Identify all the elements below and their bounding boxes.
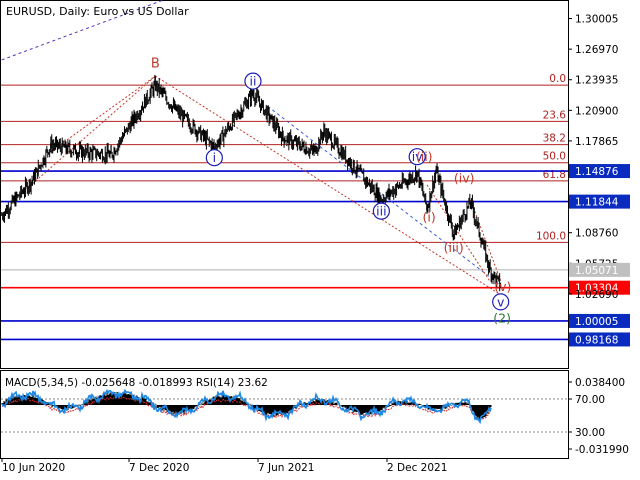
price-tick-label: 1.30005 bbox=[575, 14, 618, 26]
price-tick: 1.14876 bbox=[569, 164, 630, 179]
wave-label: (iii) bbox=[444, 240, 464, 255]
wave-text: i bbox=[213, 150, 216, 165]
price-badge-label: 1.14876 bbox=[575, 166, 619, 178]
indicator-tick-label: -0.031990 bbox=[575, 444, 629, 456]
wave-label: (2) bbox=[493, 310, 511, 325]
price-tick: 1.02690 bbox=[568, 289, 618, 301]
wave-text: (i) bbox=[422, 210, 435, 225]
fib-level-label: 50.0 bbox=[543, 151, 566, 163]
price-badge-label: 1.05071 bbox=[575, 265, 618, 277]
indicator-title: MACD(5,34,5) -0.025648 -0.018993 RSI(14)… bbox=[5, 377, 268, 389]
price-tick: 1.00005 bbox=[569, 313, 630, 328]
wave-label: ii bbox=[244, 72, 262, 90]
wave-text: ii bbox=[249, 74, 256, 89]
wave-text: (iv) bbox=[454, 170, 475, 185]
price-tick: 1.11844 bbox=[569, 194, 630, 209]
price-tick: 1.05071 bbox=[569, 262, 630, 277]
fib-level-label: 38.2 bbox=[543, 133, 566, 145]
time-axis: 10 Jun 2020 7 Dec 2020 7 Jun 2021 2 Dec 202… bbox=[1, 458, 447, 474]
price-tick: 1.23935 bbox=[568, 75, 618, 87]
wave-text: (iii) bbox=[444, 240, 464, 255]
chart-canvas: 0.023.638.250.061.8100.0 Biiiiiiivv(ii)(… bbox=[0, 0, 630, 474]
price-tick: 1.08760 bbox=[568, 228, 618, 240]
wave-text: iii bbox=[376, 204, 386, 219]
wave-text: (ii) bbox=[416, 149, 433, 164]
trend-line bbox=[426, 184, 491, 282]
fib-level-label: 100.0 bbox=[536, 230, 566, 242]
trend-lines bbox=[1, 0, 502, 296]
price-tick-label: 1.23935 bbox=[575, 75, 618, 87]
price-tick-label: 1.20900 bbox=[575, 105, 618, 117]
wave-text: v bbox=[497, 294, 505, 309]
indicator-tick-label: 30.00 bbox=[575, 427, 605, 439]
time-tick-label: 2 Dec 2021 bbox=[387, 462, 447, 474]
time-tick-label: 7 Jun 2021 bbox=[258, 462, 314, 474]
indicator-tick-label: 70.00 bbox=[575, 394, 605, 406]
wave-labels: Biiiiiiivv(ii)(i)(iv)(iii)(v)(2) bbox=[151, 56, 511, 325]
wave-label: (ii) bbox=[416, 149, 433, 164]
wave-label: (v) bbox=[494, 279, 511, 294]
price-tick-label: 1.02690 bbox=[575, 289, 618, 301]
horizontal-levels bbox=[1, 170, 568, 341]
price-tick: 0.98168 bbox=[569, 332, 630, 347]
wave-text: B bbox=[151, 56, 160, 71]
price-tick: 1.30005 bbox=[568, 14, 618, 26]
main-pane-frame bbox=[0, 0, 569, 369]
rsi-line bbox=[1, 388, 492, 425]
price-series bbox=[1, 74, 502, 292]
wave-text: (2) bbox=[493, 310, 511, 325]
time-tick-label: 10 Jun 2020 bbox=[2, 462, 65, 474]
wave-label: (i) bbox=[422, 210, 435, 225]
indicator-plot-area bbox=[1, 388, 568, 433]
price-tick: 1.20900 bbox=[568, 105, 618, 117]
price-tick: 1.17865 bbox=[568, 136, 618, 148]
wave-label: iii bbox=[372, 202, 390, 220]
fib-level-label: 23.6 bbox=[543, 109, 567, 121]
wave-label: (iv) bbox=[454, 170, 475, 185]
price-badge-label: 0.98168 bbox=[575, 334, 618, 346]
main-plot-area: 0.023.638.250.061.8100.0 Biiiiiiivv(ii)(… bbox=[1, 0, 568, 341]
time-tick-label: 7 Dec 2020 bbox=[129, 462, 189, 474]
indicator-axis: 0.038400 70.00 30.00 -0.031990 bbox=[568, 377, 629, 456]
price-tick-label: 1.17865 bbox=[575, 136, 618, 148]
wave-label: v bbox=[492, 293, 510, 311]
wave-text: (v) bbox=[494, 279, 511, 294]
wave-label: B bbox=[151, 56, 160, 71]
trend-line bbox=[11, 75, 156, 203]
indicator-tick-label: 0.038400 bbox=[575, 377, 625, 389]
fib-level-label: 0.0 bbox=[549, 73, 566, 85]
trend-line bbox=[155, 75, 501, 296]
price-axis: 1.30005 1.26970 1.23935 1.20900 1.17865 1.148… bbox=[568, 14, 630, 347]
chart-title: EURUSD, Daily: Euro vs US Dollar bbox=[6, 5, 189, 18]
price-tick-label: 1.08760 bbox=[575, 228, 618, 240]
price-tick: 1.26970 bbox=[568, 44, 618, 56]
wave-label: i bbox=[205, 149, 223, 167]
price-badge-label: 1.11844 bbox=[575, 197, 619, 209]
macd-signal-line bbox=[2, 396, 492, 422]
price-badge-label: 1.00005 bbox=[575, 316, 618, 328]
price-tick-label: 1.26970 bbox=[575, 44, 618, 56]
